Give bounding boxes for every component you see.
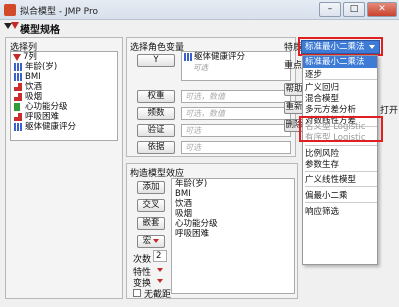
column-item[interactable]: 饮酒 [11,82,117,92]
window-titlebar: 拟合模型 - JMP Pro – □ ✕ [0,0,399,20]
column-item[interactable]: 吸烟 [11,92,117,102]
column-item[interactable]: 年龄(岁) [11,62,117,72]
validation-button[interactable]: 验证 [137,124,175,137]
help-label: 帮助 [285,84,303,94]
continuous-icon [184,53,192,61]
column-item[interactable]: BMI [11,72,117,82]
help-button[interactable]: 帮助 [284,83,304,96]
menu-separator [305,186,377,187]
role-variables-label: 选择角色变量 [130,43,185,53]
effect-term[interactable]: BMI [172,189,294,199]
frequency-field[interactable]: 可选，数值 [181,107,291,120]
platform-title: 模型规格 [20,25,60,36]
effect-term[interactable]: 心功能分级 [172,219,294,229]
column-count: 7列 [23,52,37,62]
weight-button[interactable]: 权重 [137,90,175,103]
model-effects-panel: 构造模型效应 添加 交叉 嵌套 宏 次数 2 特性 变换 无截距 年龄(岁) B… [126,163,298,300]
menu-item-partial-least-squares[interactable]: 偏最小二乘 [305,189,348,201]
role-variables-panel: 选择角色变量 Y 躯体健康评分 可选 权重 可选，数值 频数 可选，数值 验证 … [126,37,296,157]
annotation-highlight-box [299,116,383,142]
column-name: 年龄(岁) [25,62,58,72]
column-count-row[interactable]: 7列 [11,52,117,62]
menu-item-standard-least-squares[interactable]: 标准最小二乘法 [303,56,377,68]
column-item[interactable]: 心功能分级 [11,102,117,112]
by-field[interactable]: 可选 [181,141,291,154]
menu-item-generalized-linear-model[interactable]: 广义线性模型 [305,173,356,185]
red-triangle-hotspot-icon[interactable] [11,22,19,29]
column-name: BMI [25,72,41,82]
continuous-icon [14,123,22,131]
add-button[interactable]: 添加 [137,181,165,194]
nominal-icon [14,93,22,101]
cross-button[interactable]: 交叉 [137,199,165,212]
effects-list[interactable]: 年龄(岁) BMI 饮酒 吸烟 心功能分级 呼吸困难 [171,178,295,294]
column-name: 躯体健康评分 [25,122,77,132]
effect-term[interactable]: 吸烟 [172,209,294,219]
annotation-highlight-box [298,37,383,56]
column-filter-hotspot-icon[interactable] [13,53,21,61]
window-controls: – □ ✕ [319,2,397,17]
jmp-app-icon [4,4,16,16]
no-intercept-label: 无截距 [144,290,172,300]
y-role-optional: 可选 [193,63,208,72]
minimize-button[interactable]: – [319,2,341,17]
menu-separator [305,202,377,203]
frequency-placeholder: 可选，数值 [185,109,225,118]
transform-dropdown-icon[interactable] [157,279,163,283]
effect-term[interactable]: 年龄(岁) [172,179,294,189]
macros-button[interactable]: 宏 [137,235,165,248]
y-role-value: 躯体健康评分 [194,52,246,62]
column-name: 吸烟 [25,92,43,102]
column-list[interactable]: 7列 年龄(岁) BMI 饮酒 吸烟 心功能分级 呼吸困难 躯体健康评分 [10,51,118,141]
frequency-button[interactable]: 频数 [137,107,175,120]
by-button[interactable]: 依据 [137,141,175,154]
degree-label: 次数 [133,255,152,265]
column-name: 饮酒 [25,82,43,92]
menu-item-response-screening[interactable]: 响应筛选 [305,205,339,217]
validation-field[interactable]: 可选 [181,124,291,137]
y-role-field[interactable]: 躯体健康评分 可选 [181,51,291,81]
nominal-icon [14,83,22,91]
menu-item-parametric-survival[interactable]: 参数生存 [305,158,339,170]
personality-menu: 标准最小二乘法 逐步 广义回归 混合模型 多元方差分析 对数线性方差 名义型 L… [302,55,378,265]
ordinal-icon [14,103,20,111]
maximize-button[interactable]: □ [343,2,365,17]
column-name: 心功能分级 [25,102,68,112]
macros-label: 宏 [142,236,152,246]
column-name: 呼吸困难 [25,112,60,122]
window-title: 拟合模型 - JMP Pro [20,7,98,17]
validation-placeholder: 可选 [185,126,201,135]
no-intercept-checkbox[interactable] [133,289,141,297]
effect-term[interactable]: 呼吸困难 [172,229,294,239]
close-button[interactable]: ✕ [367,2,397,17]
effect-term[interactable]: 饮酒 [172,199,294,209]
menu-separator [305,145,377,146]
recall-button[interactable]: 重新 [284,101,304,114]
recall-label: 重新 [285,102,303,112]
menu-separator [305,79,377,80]
column-item[interactable]: 呼吸困难 [11,112,117,122]
continuous-icon [14,73,22,81]
y-role-button[interactable]: Y [137,54,175,67]
weight-placeholder: 可选，数值 [185,92,225,101]
degree-value: 2 [156,251,162,261]
continuous-icon [14,63,22,71]
keep-open-label: 打开 [380,106,399,116]
by-placeholder: 可选 [185,143,201,152]
column-item[interactable]: 躯体健康评分 [11,122,117,132]
nominal-icon [14,113,22,121]
attributes-dropdown-icon[interactable] [157,268,163,272]
menu-separator [305,171,377,172]
degree-input[interactable]: 2 [153,250,167,262]
dropdown-arrow-icon [153,238,160,243]
platform-header: 模型规格 [0,21,399,36]
nest-button[interactable]: 嵌套 [137,217,165,230]
select-columns-panel: 选择列 7列 年龄(岁) BMI 饮酒 吸烟 心功能分级 呼吸困难 躯体健康评分 [5,37,123,299]
weight-field[interactable]: 可选，数值 [181,90,291,103]
